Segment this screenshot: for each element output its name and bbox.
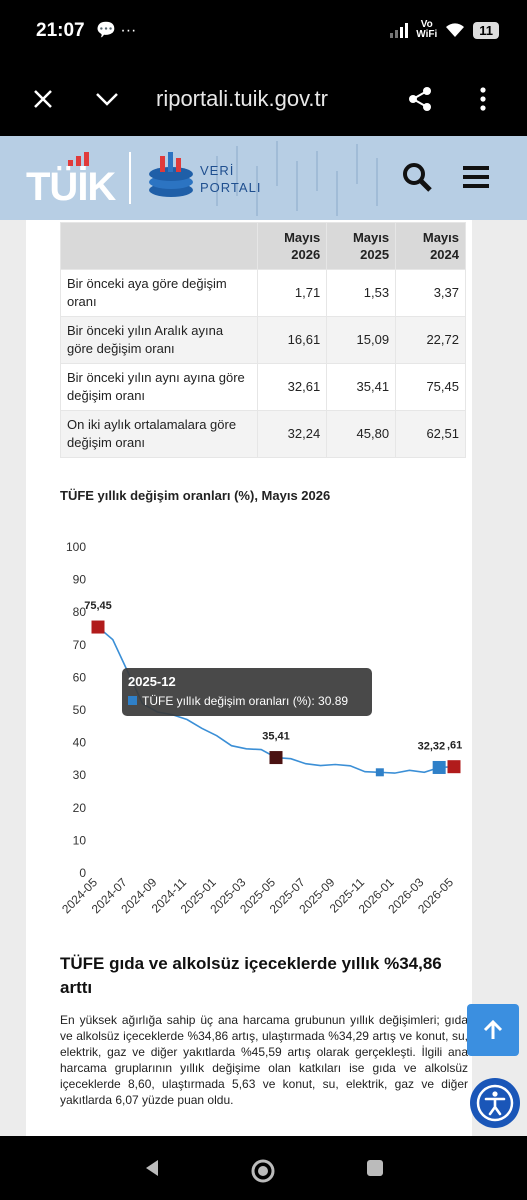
system-icons: Vo WiFi 11 — [390, 20, 499, 40]
cell-2025: 15,09 — [326, 316, 397, 364]
url-text[interactable]: riportali.tuik.gov.tr — [156, 86, 328, 112]
article-paragraph: En yüksek ağırlığa sahip üç ana harcama … — [60, 1013, 468, 1107]
tooltip-title: 2025-12 — [128, 674, 176, 689]
veri-portali-logo-text: VERİ PORTALI — [200, 163, 262, 195]
table-row: On iki aylık ortalamalara göre değişim o… — [59, 410, 466, 458]
status-bar: 21:07 💬 ··· Vo WiFi 11 — [0, 0, 527, 62]
svg-text:TÜİK: TÜİK — [26, 164, 116, 206]
table-row: Bir önceki aya göre değişim oranı 1,71 1… — [59, 269, 466, 317]
y-tick-label: 20 — [73, 801, 87, 815]
battery-icon: 11 — [473, 21, 499, 39]
data-point-marker — [432, 760, 446, 774]
row-label: Bir önceki yılın Aralık ayına göre değiş… — [59, 316, 259, 364]
cell-2024: 22,72 — [395, 316, 466, 364]
table-row: Bir önceki yılın aynı ayına göre değişim… — [59, 363, 466, 411]
main-content: Mayıs 2026 Mayıs 2025 Mayıs 2024 Bir önceki… — [26, 220, 472, 1136]
recents-icon[interactable] — [365, 1158, 385, 1178]
tooltip-swatch — [128, 696, 137, 705]
vowifi-icon: Vo WiFi — [416, 19, 438, 40]
y-tick-label: 50 — [73, 703, 87, 717]
table-header-2026: Mayıs 2026 — [257, 222, 328, 270]
data-label: 32,32 — [418, 740, 446, 752]
cell-2026: 16,61 — [257, 316, 328, 364]
cell-2026: 32,61 — [257, 363, 328, 411]
data-label: 75,45 — [84, 600, 112, 612]
wifi-icon — [446, 23, 465, 37]
data-label: ,61 — [447, 740, 462, 752]
page-margin-left — [0, 220, 26, 1136]
more-vert-icon[interactable] — [466, 82, 500, 116]
scroll-top-button[interactable] — [467, 1004, 519, 1056]
signal-icon — [390, 22, 409, 38]
home-icon[interactable] — [250, 1158, 276, 1184]
data-point-marker — [375, 768, 384, 777]
y-tick-label: 10 — [73, 833, 87, 847]
y-tick-label: 100 — [66, 540, 86, 554]
row-label: Bir önceki yılın aynı ayına göre değişim… — [59, 363, 259, 411]
logo-divider — [129, 152, 131, 204]
table-header-2025: Mayıs 2025 — [326, 222, 397, 270]
data-point-marker — [91, 620, 105, 634]
row-label: Bir önceki aya göre değişim oranı — [59, 269, 259, 317]
y-tick-label: 30 — [73, 768, 87, 782]
veri-portali-logo-icon — [149, 152, 193, 197]
table-header-empty — [59, 222, 259, 270]
close-icon[interactable] — [26, 82, 60, 116]
y-tick-label: 0 — [79, 866, 86, 880]
cell-2025: 1,53 — [326, 269, 397, 317]
data-label: 35,41 — [262, 731, 290, 743]
chart-title: TÜFE yıllık değişim oranları (%), Mayıs … — [60, 488, 331, 503]
accessibility-icon — [476, 1084, 514, 1122]
cell-2026: 32,24 — [257, 410, 328, 458]
tooltip-text: TÜFE yıllık değişim oranları (%): 30.89 — [142, 694, 348, 708]
chevron-down-icon[interactable] — [90, 82, 124, 116]
cell-2025: 45,80 — [326, 410, 397, 458]
browser-toolbar: riportali.tuik.gov.tr — [0, 62, 527, 136]
row-label: On iki aylık ortalamalara göre değişim o… — [59, 410, 259, 458]
arrow-up-icon — [483, 1019, 503, 1039]
table-row: Bir önceki yılın Aralık ayına göre değiş… — [59, 316, 466, 364]
back-icon[interactable] — [142, 1158, 162, 1178]
cpi-line-chart[interactable]: 01020304050607080901002024-052024-072024… — [26, 520, 472, 940]
system-nav-bar — [0, 1136, 527, 1200]
notification-icons: 💬 ··· — [96, 22, 137, 39]
cell-2024: 62,51 — [395, 410, 466, 458]
table-header-row: Mayıs 2026 Mayıs 2025 Mayıs 2024 — [59, 222, 466, 270]
clock: 21:07 — [36, 20, 85, 41]
cell-2024: 75,45 — [395, 363, 466, 411]
cell-2025: 35,41 — [326, 363, 397, 411]
cpi-table: Mayıs 2026 Mayıs 2025 Mayıs 2024 Bir önceki… — [59, 222, 466, 458]
page-margin-right — [472, 220, 527, 1136]
y-tick-label: 60 — [73, 670, 87, 684]
data-point-marker — [447, 760, 461, 774]
cell-2024: 3,37 — [395, 269, 466, 317]
tuik-logo[interactable]: TÜİK — [26, 150, 118, 206]
search-icon[interactable] — [402, 162, 432, 197]
menu-icon[interactable] — [463, 165, 489, 194]
accessibility-button[interactable] — [470, 1078, 520, 1128]
y-tick-label: 40 — [73, 736, 87, 750]
share-icon[interactable] — [403, 82, 437, 116]
cell-2026: 1,71 — [257, 269, 328, 317]
site-header: TÜİK VERİ PORTALI — [0, 136, 527, 220]
article-heading: TÜFE gıda ve alkolsüz içeceklerde yıllık… — [60, 954, 442, 997]
data-point-marker — [269, 751, 283, 765]
y-tick-label: 70 — [73, 638, 87, 652]
y-tick-label: 90 — [73, 573, 87, 587]
table-header-2024: Mayıs 2024 — [395, 222, 466, 270]
